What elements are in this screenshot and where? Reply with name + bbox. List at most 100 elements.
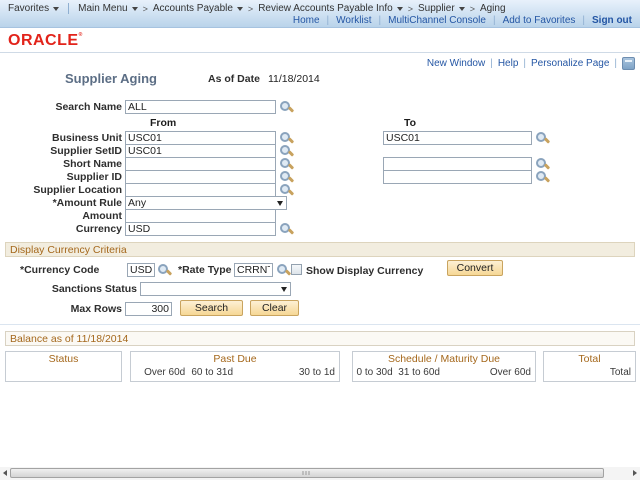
total-group-columns: Total: [544, 366, 635, 381]
column-header: Over 60d: [444, 366, 535, 381]
divider: |: [327, 15, 330, 26]
horizontal-scrollbar[interactable]: [0, 467, 640, 480]
currency-label: Currency: [0, 223, 122, 235]
page-title: Supplier Aging: [65, 71, 157, 86]
total-group-title: Total: [544, 352, 635, 366]
breadcrumb: Favorites Main Menu > Accounts Payable >…: [8, 3, 506, 14]
supplier-id-to-lookup-icon[interactable]: [535, 170, 550, 184]
business-unit-label: Business Unit: [0, 132, 122, 144]
personalize-page-link[interactable]: Personalize Page: [531, 58, 609, 69]
business-unit-to-lookup-icon[interactable]: [535, 131, 550, 145]
business-unit-to-input[interactable]: [383, 131, 532, 145]
worklist-link[interactable]: Worklist: [336, 15, 371, 26]
scrollbar-thumb[interactable]: [10, 468, 604, 478]
business-unit-from-input[interactable]: [125, 131, 276, 145]
schedule-maturity-due-group-title: Schedule / Maturity Due: [353, 352, 535, 366]
page-actions: New Window | Help | Personalize Page |: [427, 57, 635, 70]
breadcrumb-separator: >: [248, 4, 253, 14]
new-window-link[interactable]: New Window: [427, 58, 485, 69]
search-name-label: Search Name: [0, 101, 122, 113]
convert-button[interactable]: Convert: [447, 260, 503, 276]
display-currency-criteria-header: Display Currency Criteria: [5, 242, 635, 257]
max-rows-label: Max Rows: [0, 303, 122, 315]
breadcrumb-separator: >: [143, 4, 148, 14]
chevron-down-icon: [459, 7, 465, 11]
supplier-id-label: Supplier ID: [0, 171, 122, 183]
currency-code-label: *Currency Code: [20, 264, 99, 276]
past-due-column-group: Past Due Over 60d 60 to 31d 30 to 1d: [130, 351, 340, 382]
supplier-setid-input[interactable]: [125, 144, 276, 158]
balance-section-header: Balance as of 11/18/2014: [5, 331, 635, 346]
sanctions-status-select[interactable]: [140, 282, 291, 296]
max-rows-input[interactable]: [125, 302, 172, 316]
chevron-down-icon: [397, 7, 403, 11]
divider: |: [493, 15, 496, 26]
divider: [0, 324, 640, 325]
chevron-down-icon: [132, 7, 138, 11]
breadcrumb-separator: >: [470, 4, 475, 14]
amount-rule-value: Any: [128, 197, 146, 209]
show-display-currency-label: Show Display Currency: [306, 265, 423, 277]
scroll-left-icon[interactable]: [3, 470, 7, 476]
breadcrumb-item-aging[interactable]: Aging: [480, 3, 506, 14]
column-header: 0 to 30d: [353, 366, 397, 381]
supplier-aging-page: Favorites Main Menu > Accounts Payable >…: [0, 0, 640, 480]
divider: |: [379, 15, 382, 26]
breadcrumb-item-label: Review Accounts Payable Info: [258, 3, 393, 14]
short-name-to-lookup-icon[interactable]: [535, 157, 550, 171]
schedule-maturity-due-column-group: Schedule / Maturity Due 0 to 30d 31 to 6…: [352, 351, 536, 382]
scroll-right-icon[interactable]: [633, 470, 637, 476]
rate-type-lookup-icon[interactable]: [276, 263, 291, 277]
personalize-layout-icon[interactable]: [622, 57, 635, 70]
short-name-from-lookup-icon[interactable]: [279, 157, 294, 171]
breadcrumb-item-review-accounts-payable-info[interactable]: Review Accounts Payable Info: [258, 3, 403, 14]
currency-code-lookup-icon[interactable]: [157, 263, 172, 277]
search-name-lookup-icon[interactable]: [279, 100, 294, 114]
short-name-to-input[interactable]: [383, 157, 532, 171]
supplier-location-lookup-icon[interactable]: [279, 183, 294, 197]
sign-out-link[interactable]: Sign out: [592, 15, 632, 26]
dropdown-arrow-icon: [277, 201, 283, 206]
amount-input[interactable]: [125, 209, 276, 223]
short-name-label: Short Name: [0, 158, 122, 170]
as-of-date: As of Date 11/18/2014: [208, 73, 320, 85]
breadcrumb-item-supplier[interactable]: Supplier: [418, 3, 465, 14]
schedule-maturity-due-group-columns: 0 to 30d 31 to 60d Over 60d: [353, 366, 535, 381]
search-button[interactable]: Search: [180, 300, 243, 316]
column-header: 31 to 60d: [397, 366, 444, 381]
supplier-setid-lookup-icon[interactable]: [279, 144, 294, 158]
amount-rule-select[interactable]: Any: [125, 196, 287, 210]
rate-type-input[interactable]: [234, 263, 273, 277]
currency-code-input[interactable]: [127, 263, 155, 277]
oracle-logo: ORACLE®: [8, 32, 83, 50]
supplier-id-from-input[interactable]: [125, 170, 276, 184]
status-group-columns: [6, 366, 121, 381]
help-link[interactable]: Help: [498, 58, 519, 69]
as-of-date-label: As of Date: [208, 73, 260, 85]
breadcrumb-item-label: Supplier: [418, 3, 455, 14]
as-of-date-value: 11/18/2014: [268, 73, 320, 85]
main-menu[interactable]: Main Menu: [78, 3, 137, 14]
status-column-group: Status: [5, 351, 122, 382]
show-display-currency-checkbox[interactable]: [291, 264, 302, 275]
currency-lookup-icon[interactable]: [279, 222, 294, 236]
favorites-menu[interactable]: Favorites: [8, 3, 59, 14]
divider: |: [614, 58, 617, 69]
short-name-from-input[interactable]: [125, 157, 276, 171]
dropdown-arrow-icon: [281, 287, 287, 292]
main-menu-label: Main Menu: [78, 3, 127, 14]
add-to-favorites-link[interactable]: Add to Favorites: [503, 15, 576, 26]
search-name-input[interactable]: [125, 100, 276, 114]
supplier-id-to-input[interactable]: [383, 170, 532, 184]
supplier-location-input[interactable]: [125, 183, 276, 197]
rate-type-label: *Rate Type: [178, 264, 231, 276]
home-link[interactable]: Home: [293, 15, 320, 26]
oracle-logo-text: ORACLE: [8, 32, 79, 49]
clear-button[interactable]: Clear: [250, 300, 299, 316]
supplier-id-from-lookup-icon[interactable]: [279, 170, 294, 184]
multichannel-console-link[interactable]: MultiChannel Console: [388, 15, 486, 26]
business-unit-from-lookup-icon[interactable]: [279, 131, 294, 145]
favorites-label: Favorites: [8, 3, 49, 14]
breadcrumb-item-accounts-payable[interactable]: Accounts Payable: [153, 3, 243, 14]
currency-input[interactable]: [125, 222, 276, 236]
